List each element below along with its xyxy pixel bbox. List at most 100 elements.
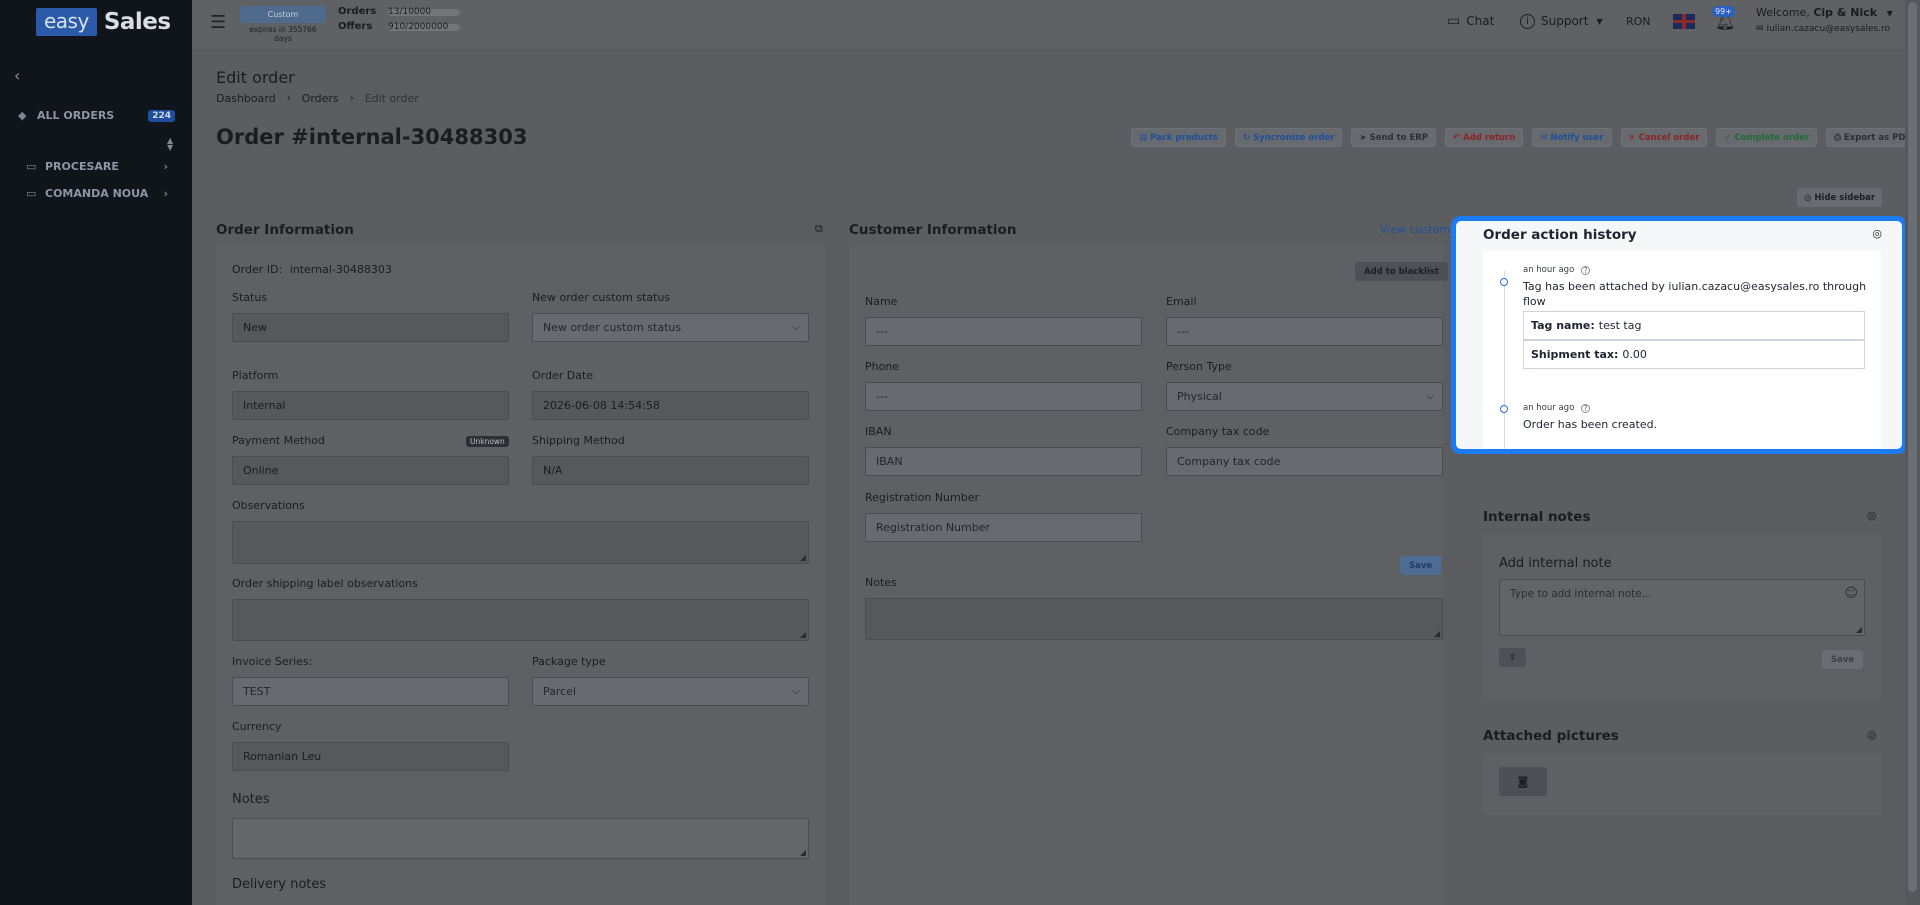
save-customer-button[interactable]: Save xyxy=(1400,556,1442,575)
chevron-down-icon: ⌵ xyxy=(792,686,800,697)
notify-user-button[interactable]: ✉ Notify user xyxy=(1532,128,1612,147)
invoice-series-field[interactable]: TEST xyxy=(232,677,509,706)
eye-slash-icon[interactable]: ◎ xyxy=(1872,227,1882,240)
currency-field[interactable]: Romanian Leu xyxy=(232,742,509,771)
iban-field[interactable]: IBAN xyxy=(865,447,1142,476)
button-label: Pack products xyxy=(1150,132,1218,143)
caret-down-icon: ▼ xyxy=(1596,16,1603,26)
internal-notes-title: Internal notes xyxy=(1483,509,1591,525)
chevron-down-icon: ⌵ xyxy=(1426,391,1434,402)
detail-value: test tag xyxy=(1598,319,1642,332)
logo-sales: Sales xyxy=(103,8,171,35)
eye-slash-icon[interactable]: ◎ xyxy=(1867,728,1877,741)
folder-icon: ▭ xyxy=(26,187,37,200)
order-actions: ▤ Pack products ↻ Syncronize order ➤ Send t… xyxy=(1131,128,1920,147)
sidebar-item-label: COMANDA NOUA xyxy=(45,187,149,200)
notes-textarea[interactable]: ◢ xyxy=(232,818,809,859)
custom-status-select[interactable]: New order custom status ⌵ xyxy=(532,313,809,342)
view-customer-link[interactable]: View customer xyxy=(1380,223,1461,236)
registration-number-field[interactable]: Registration Number xyxy=(865,513,1142,542)
language-selector[interactable] xyxy=(1673,0,1695,42)
status-field[interactable]: New xyxy=(232,313,509,342)
history-entry-text: Tag has been attached by iulian.cazacu@e… xyxy=(1523,280,1867,308)
send-to-erp-button[interactable]: ➤ Send to ERP xyxy=(1351,128,1437,147)
logo-easy: easy xyxy=(36,7,97,36)
support-dropdown[interactable]: i Support ▼ xyxy=(1520,0,1603,42)
observations-textarea[interactable]: ◢ xyxy=(232,521,809,564)
order-date-field[interactable]: 2026-06-08 14:54:58 xyxy=(532,391,809,420)
copy-icon[interactable]: ⧉ xyxy=(815,222,823,236)
shipping-method-field[interactable]: N/A xyxy=(532,456,809,485)
complete-order-button[interactable]: ✓ Complete order xyxy=(1716,128,1818,147)
email-label: Email xyxy=(1166,295,1197,308)
chevron-left-icon[interactable]: ‹ xyxy=(14,66,20,85)
chat-button[interactable]: ▭ Chat xyxy=(1447,0,1494,42)
hide-sidebar-button[interactable]: ◎ Hide sidebar xyxy=(1797,188,1883,207)
add-to-blacklist-button[interactable]: Add to blacklist xyxy=(1355,262,1448,281)
customer-notes-textarea[interactable]: ◢ xyxy=(865,598,1443,640)
add-picture-button[interactable]: ◙ xyxy=(1499,767,1547,796)
custom-status-label: New order custom status xyxy=(532,291,671,304)
help-icon[interactable]: ? xyxy=(1581,404,1590,413)
order-action-history-title: Order action history xyxy=(1483,227,1637,243)
send-icon: ➤ xyxy=(1359,132,1367,143)
sort-icon[interactable]: ▲ ▼ xyxy=(167,137,173,152)
chevron-right-icon: › xyxy=(286,93,291,104)
internal-note-textarea[interactable]: Type to add internal note... ☺ ◢ xyxy=(1499,579,1865,636)
shipping-method-label: Shipping Method xyxy=(532,434,625,447)
uk-flag-icon xyxy=(1673,13,1695,29)
eye-slash-icon[interactable]: ◎ xyxy=(1867,509,1877,522)
history-entry-time: an hour ago xyxy=(1523,403,1575,413)
order-date-label: Order Date xyxy=(532,369,594,382)
custom-status-value: New order custom status xyxy=(543,321,682,334)
attached-pictures-title: Attached pictures xyxy=(1483,728,1619,744)
hamburger-menu-icon[interactable]: ☰ xyxy=(210,12,226,33)
scrollbar-thumb[interactable] xyxy=(1908,2,1917,892)
pack-products-button[interactable]: ▤ Pack products xyxy=(1131,128,1226,147)
company-tax-code-field[interactable]: Company tax code xyxy=(1166,447,1443,476)
page-heading: Edit order xyxy=(216,68,295,87)
sidebar-item-comanda-noua[interactable]: ▭ COMANDA NOUA › xyxy=(26,187,172,200)
sidebar-item-all-orders[interactable]: ◆ ALL ORDERS 224 xyxy=(18,109,178,122)
eye-slash-icon: ◎ xyxy=(1804,192,1812,203)
folder-icon: ▭ xyxy=(26,160,37,173)
welcome-prefix: Welcome, xyxy=(1756,6,1810,19)
email-field[interactable]: --- xyxy=(1166,317,1443,346)
name-field[interactable]: --- xyxy=(865,317,1142,346)
save-note-button[interactable]: Save xyxy=(1822,650,1864,669)
cancel-order-button[interactable]: ✕ Cancel order xyxy=(1620,128,1708,147)
history-timeline: an hour ago ? Tag has been attached by i… xyxy=(1483,251,1881,449)
emoji-icon[interactable]: ☺ xyxy=(1844,586,1858,601)
history-detail-tag-name: Tag name: test tag xyxy=(1523,311,1865,340)
upload-button[interactable]: ⇪ xyxy=(1499,648,1527,667)
company-tax-code-label: Company tax code xyxy=(1166,425,1270,438)
currency-label: RON xyxy=(1626,14,1651,28)
user-menu[interactable]: Welcome, Cip & Nick ▼ xyxy=(1756,6,1893,19)
plan-indicator[interactable]: Custom expires in 355766 days xyxy=(240,6,326,43)
sidebar-item-procesare[interactable]: ▭ PROCESARE › xyxy=(26,160,172,173)
upload-icon: ⇪ xyxy=(1509,652,1517,663)
internal-note-placeholder: Type to add internal note... xyxy=(1510,588,1652,600)
person-type-label: Person Type xyxy=(1166,360,1232,373)
chat-icon: ▭ xyxy=(1447,13,1461,29)
breadcrumb-dashboard[interactable]: Dashboard xyxy=(216,92,276,105)
shipping-observations-textarea[interactable]: ◢ xyxy=(232,599,809,641)
info-icon: i xyxy=(1520,13,1535,29)
chevron-right-icon: › xyxy=(163,187,168,200)
help-icon[interactable]: ? xyxy=(1581,266,1590,275)
page-scrollbar[interactable] xyxy=(1905,0,1920,905)
logo[interactable]: easy Sales xyxy=(36,7,171,36)
breadcrumb-orders[interactable]: Orders xyxy=(302,92,339,105)
phone-field[interactable]: --- xyxy=(865,382,1142,411)
syncronize-order-button[interactable]: ↻ Syncronize order xyxy=(1234,128,1343,147)
button-label: Notify user xyxy=(1550,132,1604,143)
payment-method-field[interactable]: Online xyxy=(232,456,509,485)
payment-method-label: Payment Method xyxy=(232,434,325,447)
package-type-select[interactable]: Parcel ⌵ xyxy=(532,677,809,706)
history-overflow-area xyxy=(1483,455,1881,510)
platform-field[interactable]: Internal xyxy=(232,391,509,420)
add-return-button[interactable]: ↶ Add return xyxy=(1445,128,1524,147)
person-type-select[interactable]: Physical ⌵ xyxy=(1166,382,1443,411)
currency-selector[interactable]: RON xyxy=(1626,0,1651,42)
sidebar-item-label: PROCESARE xyxy=(45,160,119,173)
